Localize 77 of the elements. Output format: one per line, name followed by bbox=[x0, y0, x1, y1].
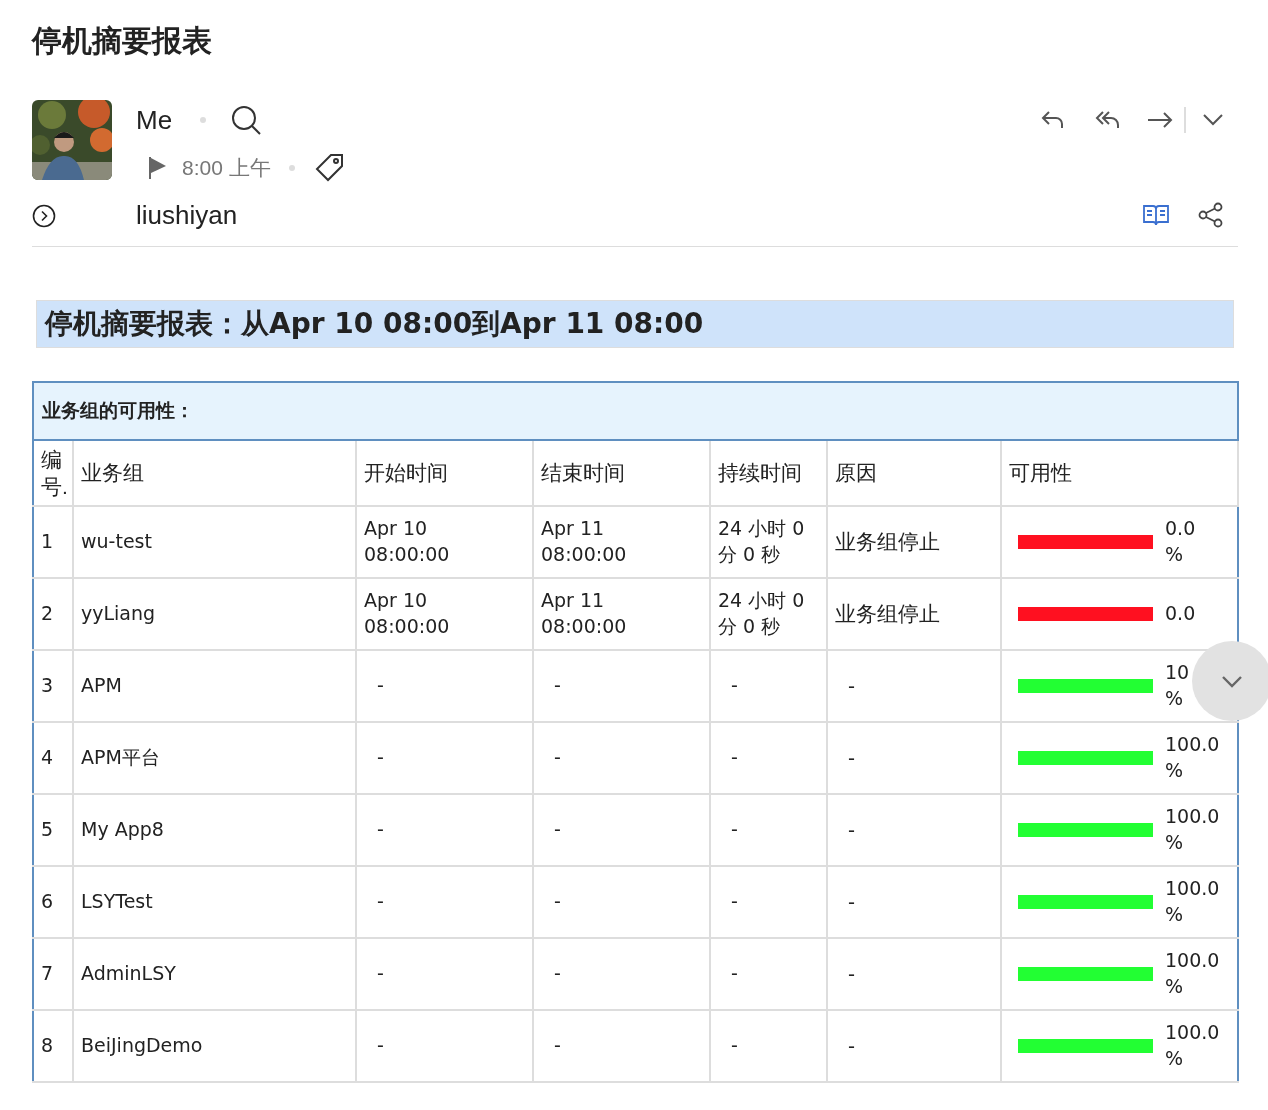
table-cell: APM平台 bbox=[73, 722, 356, 794]
table-cell: 1 bbox=[33, 506, 73, 578]
availability-value: 10 % bbox=[1165, 660, 1191, 711]
table-cell: BeiJingDemo bbox=[73, 1010, 356, 1082]
table-cell: - bbox=[710, 866, 827, 938]
table-cell: - bbox=[356, 794, 533, 866]
table-cell: 业务组停止 bbox=[827, 506, 1001, 578]
table-cell: - bbox=[710, 650, 827, 722]
table-cell: 4 bbox=[33, 722, 73, 794]
table-cell: - bbox=[827, 794, 1001, 866]
section-title: 业务组的可用性： bbox=[42, 400, 194, 422]
table-cell: 3 bbox=[33, 650, 73, 722]
table-cell: - bbox=[533, 794, 710, 866]
table-cell: - bbox=[533, 866, 710, 938]
table-cell: 8 bbox=[33, 1010, 73, 1082]
column-header: 编号. bbox=[33, 440, 73, 506]
table-cell: My App8 bbox=[73, 794, 356, 866]
table-cell: AdminLSY bbox=[73, 938, 356, 1010]
page-title: 停机摘要报表 bbox=[32, 23, 213, 59]
table-cell: - bbox=[356, 866, 533, 938]
table-cell: - bbox=[827, 722, 1001, 794]
availability-value: 100.0 % bbox=[1165, 732, 1221, 783]
table-cell: - bbox=[710, 794, 827, 866]
table-cell: 2 bbox=[33, 578, 73, 650]
table-cell: yyLiang bbox=[73, 578, 356, 650]
table-cell: - bbox=[710, 938, 827, 1010]
table-cell: - bbox=[710, 1010, 827, 1082]
table-cell: - bbox=[827, 866, 1001, 938]
table-cell: 24 小时 0 分 0 秒 bbox=[710, 506, 827, 578]
table-cell: Apr 11 08:00:00 bbox=[533, 506, 710, 578]
column-header: 业务组 bbox=[73, 440, 356, 506]
table-cell: 业务组停止 bbox=[827, 578, 1001, 650]
table-cell: - bbox=[533, 1010, 710, 1082]
table-cell: Apr 11 08:00:00 bbox=[533, 578, 710, 650]
table-cell: - bbox=[827, 1010, 1001, 1082]
table-cell: - bbox=[356, 722, 533, 794]
availability-value: 100.0 % bbox=[1165, 948, 1221, 999]
table-cell: 7 bbox=[33, 938, 73, 1010]
table-cell: - bbox=[533, 722, 710, 794]
table-cell: 5 bbox=[33, 794, 73, 866]
table-cell: wu-test bbox=[73, 506, 356, 578]
table-cell: - bbox=[356, 938, 533, 1010]
search-icon[interactable] bbox=[230, 104, 263, 136]
table-cell: - bbox=[533, 938, 710, 1010]
column-header: 持续时间 bbox=[710, 440, 827, 506]
availability-value: 100.0 % bbox=[1165, 804, 1221, 855]
recipient-name[interactable]: liushiyan bbox=[136, 195, 238, 235]
table-cell: Apr 10 08:00:00 bbox=[356, 506, 533, 578]
column-header: 结束时间 bbox=[533, 440, 710, 506]
column-header: 原因 bbox=[827, 440, 1001, 506]
table-cell: 6 bbox=[33, 866, 73, 938]
table-cell: 24 小时 0 分 0 秒 bbox=[710, 578, 827, 650]
tag-icon[interactable] bbox=[314, 153, 345, 183]
table-cell: - bbox=[533, 650, 710, 722]
sender-name[interactable]: Me bbox=[136, 100, 173, 140]
report-banner: 停机摘要报表：从Apr 10 08:00到Apr 11 08:00 bbox=[36, 300, 1234, 348]
table-cell: Apr 10 08:00:00 bbox=[356, 578, 533, 650]
availability-value: 0.0 % bbox=[1165, 516, 1197, 567]
expand-icon[interactable] bbox=[32, 204, 56, 228]
table-cell: APM bbox=[73, 650, 356, 722]
share-icon[interactable] bbox=[1198, 202, 1224, 228]
chevron-down-icon bbox=[1221, 674, 1243, 688]
table-cell: LSYTest bbox=[73, 866, 356, 938]
table-cell: - bbox=[356, 650, 533, 722]
table-cell: - bbox=[710, 722, 827, 794]
chevron-down-icon[interactable] bbox=[1202, 113, 1224, 127]
availability-value: 100.0 % bbox=[1165, 1020, 1221, 1071]
column-header: 开始时间 bbox=[356, 440, 533, 506]
message-time: 8:00 上午 bbox=[182, 155, 271, 182]
flag-icon[interactable] bbox=[148, 156, 168, 180]
table-cell: - bbox=[827, 650, 1001, 722]
column-header: 可用性 bbox=[1001, 440, 1239, 506]
availability-value: 100.0 % bbox=[1165, 876, 1221, 927]
availability-value: 0.0 bbox=[1165, 601, 1197, 627]
table-cell: - bbox=[827, 938, 1001, 1010]
book-icon[interactable] bbox=[1142, 203, 1170, 227]
table-cell: - bbox=[356, 1010, 533, 1082]
